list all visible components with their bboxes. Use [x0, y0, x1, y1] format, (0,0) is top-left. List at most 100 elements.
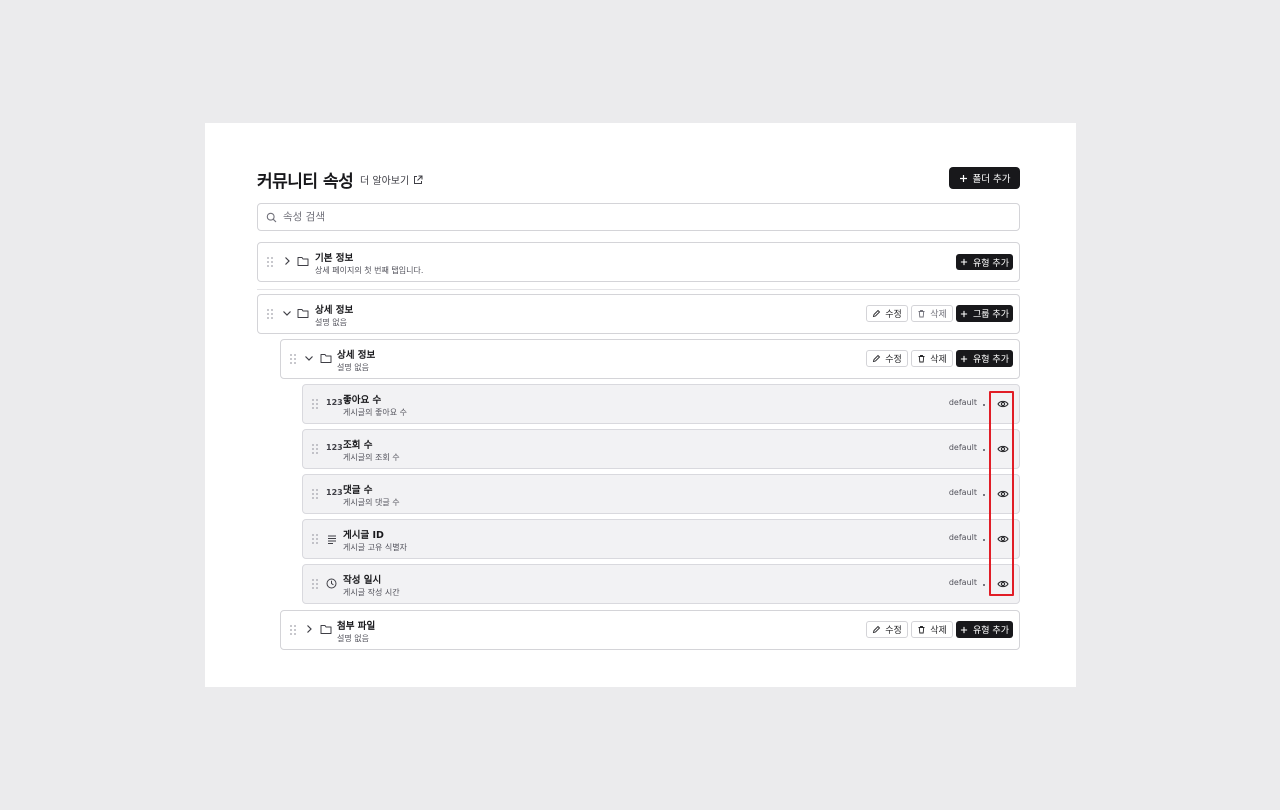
drag-handle-icon[interactable]: [289, 624, 297, 636]
plus-icon: [960, 626, 968, 633]
field-name: 게시글 ID: [343, 530, 384, 541]
field-row-views[interactable]: 123 조회 수 게시글의 조회 수 default: [302, 429, 1020, 469]
folder-description: 설명 없음: [337, 634, 369, 643]
add-type-label: 유형 추가: [973, 626, 1009, 636]
add-group-label: 그룹 추가: [973, 310, 1009, 320]
number-type-icon: 123: [326, 443, 343, 452]
plus-icon: [960, 310, 968, 317]
trash-icon: [918, 626, 925, 634]
chevron-down-icon[interactable]: [304, 353, 314, 363]
add-type-label: 유형 추가: [973, 258, 1009, 269]
edit-button[interactable]: 수정: [866, 621, 908, 638]
number-type-icon: 123: [326, 398, 343, 407]
search-box[interactable]: [257, 203, 1020, 231]
drag-handle-icon[interactable]: [266, 256, 274, 268]
divider: [257, 289, 1020, 290]
chevron-down-icon[interactable]: [282, 308, 292, 318]
field-row-post-id[interactable]: 게시글 ID 게시글 고유 식별자 default: [302, 519, 1020, 559]
plus-icon: [960, 355, 968, 362]
external-link-icon: [414, 175, 423, 184]
delete-button[interactable]: 삭제: [911, 305, 953, 322]
delete-button[interactable]: 삭제: [911, 621, 953, 638]
folder-name: 기본 정보: [315, 253, 354, 264]
folder-name: 첨부 파일: [337, 621, 376, 632]
folder-row-basic-info[interactable]: 기본 정보 상세 페이지의 첫 번째 탭입니다. 유형 추가: [257, 242, 1020, 282]
field-name: 댓글 수: [343, 485, 373, 496]
delete-button[interactable]: 삭제: [911, 350, 953, 367]
chevron-right-icon[interactable]: [304, 624, 314, 634]
delete-label: 삭제: [930, 310, 947, 320]
field-description: 게시글 고유 식별자: [343, 543, 407, 552]
drag-handle-icon[interactable]: [289, 353, 297, 365]
drag-handle-icon[interactable]: [311, 443, 319, 455]
drag-handle-icon[interactable]: [311, 533, 319, 545]
drag-handle-icon[interactable]: [311, 488, 319, 500]
add-folder-label: 폴더 추가: [972, 174, 1011, 185]
separator-dot: [983, 449, 985, 451]
drag-handle-icon[interactable]: [311, 398, 319, 410]
folder-row-detail-info[interactable]: 상세 정보 설명 없음 수정 삭제 그룹 추가: [257, 294, 1020, 334]
number-type-icon: 123: [326, 488, 343, 497]
add-folder-button[interactable]: 폴더 추가: [949, 167, 1020, 189]
page-title: 커뮤니티 속성: [257, 172, 354, 192]
delete-label: 삭제: [930, 355, 947, 365]
field-row-created-at[interactable]: 작성 일시 게시글 작성 시간 default: [302, 564, 1020, 604]
field-name: 조회 수: [343, 440, 373, 451]
default-tag: default: [948, 578, 977, 587]
separator-dot: [983, 404, 985, 406]
drag-handle-icon[interactable]: [266, 308, 274, 320]
folder-icon: [297, 257, 309, 266]
add-type-label: 유형 추가: [973, 355, 1009, 365]
clock-icon: [326, 578, 337, 589]
field-description: 게시글의 좋아요 수: [343, 408, 407, 417]
trash-icon: [918, 310, 925, 318]
separator-dot: [983, 539, 985, 541]
subfolder-row-attachments[interactable]: 첨부 파일 설명 없음 수정 삭제 유형 추가: [280, 610, 1020, 650]
field-description: 게시글 작성 시간: [343, 588, 400, 597]
add-group-button[interactable]: 그룹 추가: [956, 305, 1013, 322]
text-lines-icon: [328, 535, 336, 544]
learn-more-label: 더 알아보기: [360, 176, 410, 187]
default-tag: default: [948, 398, 977, 407]
pencil-icon: [873, 354, 881, 363]
plus-icon: [960, 258, 968, 266]
field-row-comments[interactable]: 123 댓글 수 게시글의 댓글 수 default: [302, 474, 1020, 514]
folder-icon: [320, 354, 332, 363]
properties-panel: 커뮤니티 속성 더 알아보기 폴더 추가 기본 정보 상세 페이지의 첫 번째 …: [205, 123, 1076, 687]
default-tag: default: [948, 533, 977, 542]
folder-name: 상세 정보: [315, 305, 354, 316]
drag-handle-icon[interactable]: [311, 578, 319, 590]
edit-label: 수정: [885, 355, 902, 365]
search-input[interactable]: [283, 211, 983, 223]
edit-label: 수정: [885, 626, 902, 636]
edit-button[interactable]: 수정: [866, 305, 908, 322]
delete-label: 삭제: [930, 626, 947, 636]
separator-dot: [983, 494, 985, 496]
edit-label: 수정: [885, 310, 902, 320]
default-tag: default: [948, 488, 977, 497]
folder-description: 설명 없음: [315, 318, 347, 327]
edit-button[interactable]: 수정: [866, 350, 908, 367]
folder-name: 상세 정보: [337, 350, 376, 361]
add-type-button[interactable]: 유형 추가: [956, 254, 1013, 270]
add-type-button[interactable]: 유형 추가: [956, 350, 1013, 367]
pencil-icon: [873, 625, 881, 634]
field-description: 게시글의 댓글 수: [343, 498, 400, 507]
plus-icon: [959, 174, 967, 182]
subfolder-row-detail-info[interactable]: 상세 정보 설명 없음 수정 삭제 유형 추가: [280, 339, 1020, 379]
folder-description: 설명 없음: [337, 363, 369, 372]
folder-description: 상세 페이지의 첫 번째 탭입니다.: [315, 266, 424, 275]
field-description: 게시글의 조회 수: [343, 453, 400, 462]
learn-more-link[interactable]: 더 알아보기: [360, 172, 423, 187]
trash-icon: [918, 355, 925, 363]
field-row-likes[interactable]: 123 좋아요 수 게시글의 좋아요 수 default: [302, 384, 1020, 424]
add-type-button[interactable]: 유형 추가: [956, 621, 1013, 638]
field-name: 작성 일시: [343, 575, 382, 586]
chevron-right-icon[interactable]: [282, 256, 292, 266]
separator-dot: [983, 584, 985, 586]
pencil-icon: [873, 309, 881, 318]
visibility-highlight-box: [989, 391, 1014, 596]
field-name: 좋아요 수: [343, 395, 382, 406]
folder-icon: [320, 625, 332, 634]
folder-icon: [297, 309, 309, 318]
